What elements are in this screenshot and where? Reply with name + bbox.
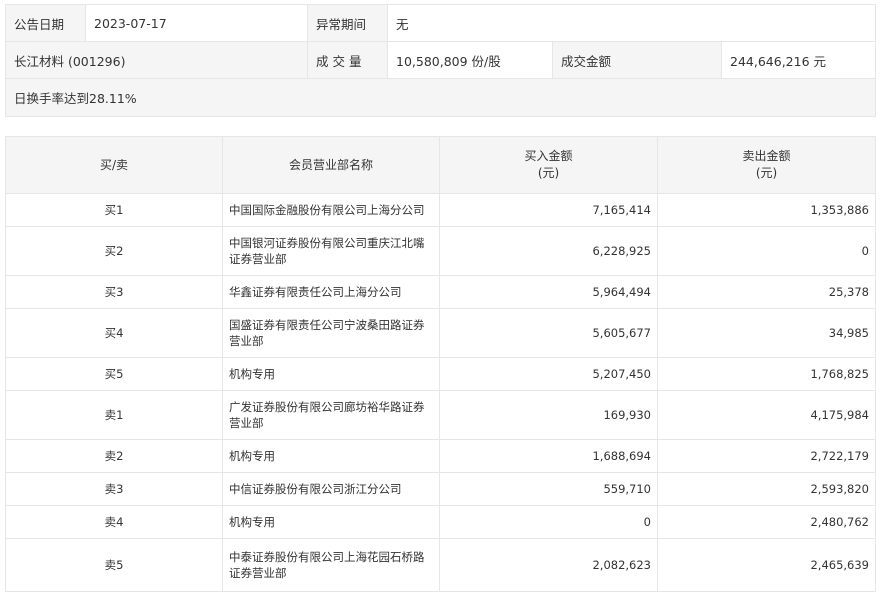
row-sell-amount: 1,353,886 bbox=[657, 193, 876, 227]
header-side: 买/卖 bbox=[5, 136, 223, 194]
row-sell-amount: 2,722,179 bbox=[657, 439, 876, 473]
row-branch: 广发证券股份有限公司廊坊裕华路证券营业部 bbox=[222, 390, 440, 440]
row-side: 买5 bbox=[5, 357, 223, 391]
row-sell-amount: 0 bbox=[657, 226, 876, 276]
row-buy-amount: 0 bbox=[439, 505, 658, 539]
row-side: 买3 bbox=[5, 275, 223, 309]
volume-value: 10,580,809 份/股 bbox=[387, 41, 553, 79]
row-buy-amount: 7,165,414 bbox=[439, 193, 658, 227]
turnover-label: 成交金额 bbox=[552, 41, 722, 79]
stock-name: 长江材料 (001296) bbox=[5, 41, 308, 79]
table-row: 卖3 中信证券股份有限公司浙江分公司 559,710 2,593,820 bbox=[5, 472, 876, 506]
row-branch: 中信证券股份有限公司浙江分公司 bbox=[222, 472, 440, 506]
row-side: 卖1 bbox=[5, 390, 223, 440]
table-row: 买1 中国国际金融股份有限公司上海分公司 7,165,414 1,353,886 bbox=[5, 193, 876, 227]
volume-label: 成 交 量 bbox=[307, 41, 388, 79]
row-branch: 中泰证券股份有限公司上海花园石桥路证券营业部 bbox=[222, 538, 440, 592]
table-row: 卖5 中泰证券股份有限公司上海花园石桥路证券营业部 2,082,623 2,46… bbox=[5, 538, 876, 592]
row-buy-amount: 559,710 bbox=[439, 472, 658, 506]
abnormal-period-value: 无 bbox=[386, 4, 877, 42]
row-branch: 中国银河证券股份有限公司重庆江北嘴证券营业部 bbox=[222, 226, 440, 276]
row-side: 卖4 bbox=[5, 505, 223, 539]
row-branch: 国盛证券有限责任公司宁波桑田路证券营业部 bbox=[222, 308, 440, 358]
row-branch: 机构专用 bbox=[222, 357, 440, 391]
row-sell-amount: 2,465,639 bbox=[657, 538, 876, 592]
row-side: 买4 bbox=[5, 308, 223, 358]
row-side: 卖5 bbox=[5, 538, 223, 592]
turnover-value: 244,646,216 元 bbox=[720, 41, 877, 79]
row-branch: 华鑫证券有限责任公司上海分公司 bbox=[222, 275, 440, 309]
row-buy-amount: 5,964,494 bbox=[439, 275, 658, 309]
row-side: 卖2 bbox=[5, 439, 223, 473]
row-buy-amount: 2,082,623 bbox=[439, 538, 658, 592]
row-sell-amount: 34,985 bbox=[657, 308, 876, 358]
announce-date-label: 公告日期 bbox=[5, 4, 86, 42]
header-sell-amount: 卖出金额 (元) bbox=[657, 136, 876, 194]
row-buy-amount: 169,930 bbox=[439, 390, 658, 440]
trading-detail-table: 买/卖 会员营业部名称 买入金额 (元) 卖出金额 (元) 买1 中国国际金融股份有… bbox=[5, 136, 876, 592]
table-row: 卖2 机构专用 1,688,694 2,722,179 bbox=[5, 439, 876, 473]
table-row: 买3 华鑫证券有限责任公司上海分公司 5,964,494 25,378 bbox=[5, 275, 876, 309]
table-row: 买5 机构专用 5,207,450 1,768,825 bbox=[5, 357, 876, 391]
row-sell-amount: 2,593,820 bbox=[657, 472, 876, 506]
abnormal-reason: 日换手率达到28.11% bbox=[4, 78, 877, 117]
row-side: 买2 bbox=[5, 226, 223, 276]
row-branch: 机构专用 bbox=[222, 439, 440, 473]
row-buy-amount: 5,207,450 bbox=[439, 357, 658, 391]
row-sell-amount: 1,768,825 bbox=[657, 357, 876, 391]
table-row: 买2 中国银河证券股份有限公司重庆江北嘴证券营业部 6,228,925 0 bbox=[5, 226, 876, 276]
row-buy-amount: 6,228,925 bbox=[439, 226, 658, 276]
header-branch: 会员营业部名称 bbox=[222, 136, 440, 194]
row-buy-amount: 5,605,677 bbox=[439, 308, 658, 358]
table-header-row: 买/卖 会员营业部名称 买入金额 (元) 卖出金额 (元) bbox=[5, 136, 876, 194]
row-branch: 中国国际金融股份有限公司上海分公司 bbox=[222, 193, 440, 227]
row-buy-amount: 1,688,694 bbox=[439, 439, 658, 473]
abnormal-period-label: 异常期间 bbox=[307, 4, 388, 42]
table-row: 卖1 广发证券股份有限公司廊坊裕华路证券营业部 169,930 4,175,98… bbox=[5, 390, 876, 440]
row-branch: 机构专用 bbox=[222, 505, 440, 539]
row-sell-amount: 2,480,762 bbox=[657, 505, 876, 539]
header-buy-amount: 买入金额 (元) bbox=[439, 136, 658, 194]
table-row: 买4 国盛证券有限责任公司宁波桑田路证券营业部 5,605,677 34,985 bbox=[5, 308, 876, 358]
row-side: 卖3 bbox=[5, 472, 223, 506]
stock-info-table: 公告日期 2023-07-17 异常期间 无 长江材料 (001296) 成 交… bbox=[4, 4, 877, 117]
announce-date-value: 2023-07-17 bbox=[85, 4, 308, 42]
row-sell-amount: 25,378 bbox=[657, 275, 876, 309]
row-side: 买1 bbox=[5, 193, 223, 227]
table-row: 卖4 机构专用 0 2,480,762 bbox=[5, 505, 876, 539]
row-sell-amount: 4,175,984 bbox=[657, 390, 876, 440]
